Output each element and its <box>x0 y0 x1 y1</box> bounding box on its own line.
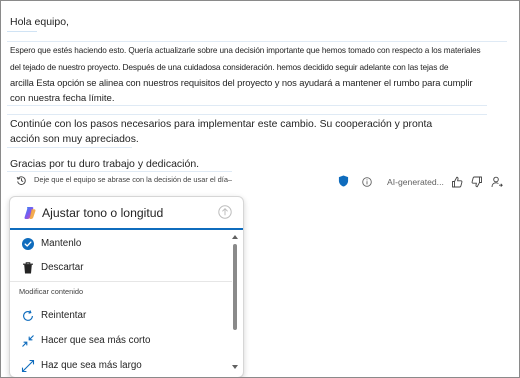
paragraph-1-line: con nuestra fecha límite. <box>10 93 115 104</box>
retry-item[interactable]: Reintentar <box>10 304 232 328</box>
greeting-underline <box>7 31 37 32</box>
shorten-item[interactable]: Hacer que sea más corto <box>10 329 232 353</box>
menu-separator <box>10 281 232 282</box>
lengthen-icon <box>21 359 35 373</box>
retry-label: Reintentar <box>41 310 87 321</box>
scroll-down-icon[interactable] <box>231 364 239 370</box>
scroll-thumb[interactable] <box>233 244 237 330</box>
retry-icon <box>23 310 33 321</box>
closing-box-bottom <box>7 171 232 172</box>
popup-header-accent <box>10 228 243 230</box>
share-icon[interactable] <box>491 176 503 188</box>
keep-it-label: Mantenlo <box>41 238 82 249</box>
submit-arrow-icon[interactable] <box>218 205 232 219</box>
keep-it-item[interactable]: Mantenlo <box>10 232 232 256</box>
popup-title[interactable]: Ajustar tono o longitud <box>42 206 163 220</box>
paragraph-2[interactable]: Continúe con los pasos necesarios para i… <box>10 117 432 147</box>
paragraph-1-line: del tejado de nuestro proyecto. Después … <box>10 62 449 72</box>
paragraph-1[interactable]: Espero que estés haciendo esto. Quería a… <box>10 43 481 107</box>
info-icon[interactable] <box>362 177 372 187</box>
check-circle-icon <box>22 238 34 250</box>
shorten-label: Hacer que sea más corto <box>41 335 151 346</box>
lengthen-item[interactable]: Haz que sea más largo <box>10 354 232 377</box>
thumbs-up-icon[interactable] <box>451 176 463 188</box>
closing-text[interactable]: Gracias por tu duro trabajo y dedicación… <box>10 158 199 170</box>
discard-item[interactable]: Descartar <box>10 256 232 280</box>
scroll-up-icon[interactable] <box>231 234 239 240</box>
paragraph-1-line: Espero que estés haciendo esto. Quería a… <box>10 46 481 55</box>
greeting-text[interactable]: Hola equipo, <box>10 16 69 28</box>
modify-content-label: Modificar contenido <box>19 287 84 296</box>
suggestion-text[interactable]: Deje que el equipo se abrase con la deci… <box>34 175 232 184</box>
lengthen-label: Haz que sea más largo <box>41 360 142 371</box>
paragraph2-box-bottom <box>7 147 132 148</box>
copilot-adjust-popup: Ajustar tono o longitud Mantenlo Descart… <box>9 196 244 377</box>
popup-scrollbar[interactable] <box>231 234 239 374</box>
discard-label: Descartar <box>41 262 84 273</box>
paragraph-1-line: arcilla Esta opción se alinea con nuestr… <box>10 77 473 88</box>
trash-icon <box>23 262 33 274</box>
paragraph-box-top <box>7 41 507 42</box>
history-icon[interactable] <box>16 175 27 186</box>
paragraph2-box-top <box>7 114 487 115</box>
popup-header: Ajustar tono o longitud <box>10 197 243 229</box>
ai-generated-label[interactable]: AI-generated... <box>387 177 444 187</box>
thumbs-down-icon[interactable] <box>471 176 483 188</box>
paragraph-2-line: acción son muy apreciados. <box>10 134 139 145</box>
paragraph-2-line: Continúe con los pasos necesarios para i… <box>10 119 433 130</box>
shield-icon[interactable] <box>338 175 349 187</box>
shorten-icon <box>22 335 34 347</box>
copilot-icon <box>24 207 36 219</box>
email-compose-window: Hola equipo, Espero que estés haciendo e… <box>0 0 520 378</box>
